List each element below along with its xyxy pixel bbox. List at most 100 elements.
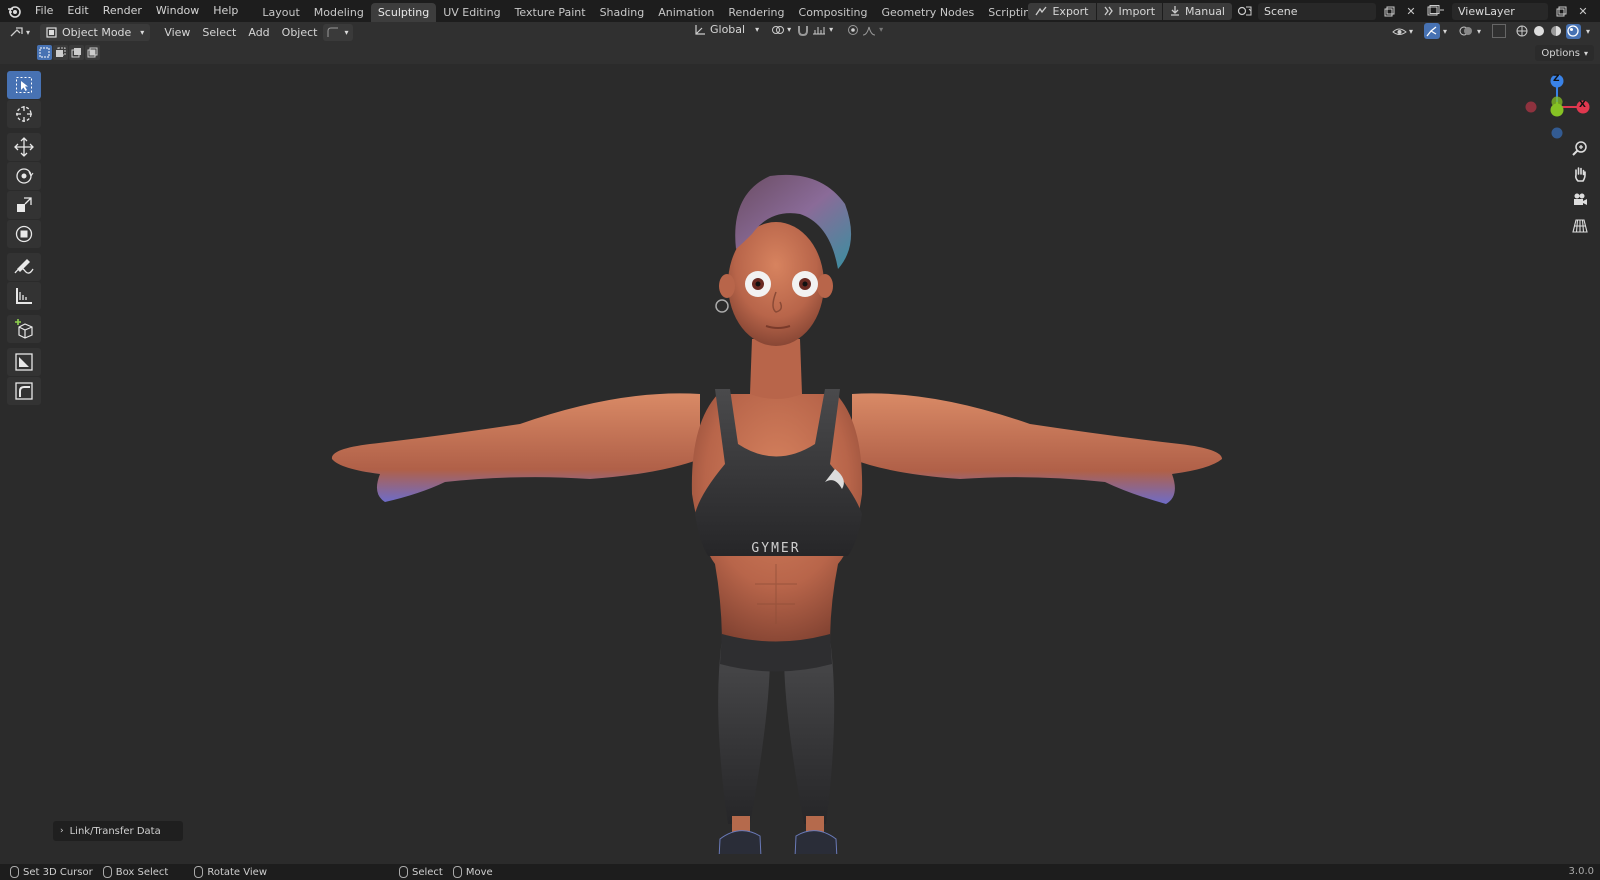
chevron-down-icon: ▾ (25, 27, 30, 37)
select-intersect-icon (87, 47, 98, 58)
tool-move[interactable] (7, 133, 41, 161)
left-shoe (718, 830, 762, 854)
navigation-gizmo[interactable]: Z X (1522, 70, 1592, 140)
right-arm (852, 393, 1222, 504)
tool-rotate[interactable] (7, 162, 41, 190)
select-new-button[interactable] (37, 45, 52, 60)
tool-select-box[interactable] (7, 71, 41, 99)
menu-help[interactable]: Help (206, 0, 245, 22)
redo-panel-label: Link/Transfer Data (69, 825, 161, 837)
transform-orientation-dropdown[interactable]: Global ▾ (694, 23, 759, 36)
pivot-point-dropdown[interactable]: ▾ (771, 24, 791, 36)
3d-viewport[interactable]: Z X GYMER › Link/Transfer Data (0, 64, 1600, 864)
chevron-down-icon[interactable]: ▾ (1477, 27, 1481, 36)
scene-icon[interactable] (1236, 3, 1254, 20)
left-mouse-drag-icon (102, 866, 112, 878)
gizmo-z-label: Z (1553, 74, 1560, 84)
tool-transform[interactable] (7, 220, 41, 248)
object-gizmo-dropdown[interactable]: ▾ (323, 23, 353, 41)
menu-window[interactable]: Window (149, 0, 206, 22)
import-button[interactable]: Import (1096, 2, 1163, 20)
chevron-down-icon[interactable]: ▾ (1586, 27, 1590, 36)
tool-bevel[interactable] (7, 377, 41, 405)
tab-rendering[interactable]: Rendering (721, 3, 791, 22)
menu-render[interactable]: Render (96, 0, 149, 22)
chevron-right-icon: › (60, 826, 64, 836)
gizmo-toggle[interactable] (1423, 23, 1440, 39)
wireframe-shading-button[interactable] (1515, 24, 1530, 39)
options-dropdown[interactable]: Options ▾ (1535, 45, 1594, 61)
select-cursor-icon (16, 77, 32, 93)
delete-scene-icon[interactable]: ✕ (1402, 3, 1420, 20)
tab-geometry-nodes[interactable]: Geometry Nodes (874, 3, 981, 22)
snapping-controls[interactable]: ▾ (797, 24, 833, 36)
chevron-down-icon[interactable]: ▾ (1443, 27, 1447, 36)
rendered-shading-button[interactable] (1565, 23, 1581, 39)
chevron-down-icon: ▾ (787, 25, 792, 34)
selection-mode-buttons (37, 45, 100, 60)
new-view-layer-icon[interactable] (1552, 3, 1570, 20)
tab-animation[interactable]: Animation (651, 3, 721, 22)
tab-compositing[interactable]: Compositing (792, 3, 875, 22)
blender-logo-icon[interactable] (0, 0, 28, 22)
export-button[interactable]: Export (1028, 2, 1096, 20)
status-hint-box-select: Box Select (102, 866, 169, 878)
viewport-display-controls: ▾ ▾ ▾ ▾ (1392, 23, 1590, 39)
redo-panel-collapsed[interactable]: › Link/Transfer Data (53, 821, 183, 841)
proportional-editing[interactable]: ▾ (847, 24, 883, 36)
perspective-toggle-button[interactable] (1570, 216, 1590, 236)
character-model[interactable]: GYMER (320, 104, 1240, 854)
chevron-down-icon: ▾ (344, 27, 349, 37)
tool-shrink-fatten[interactable] (7, 348, 41, 376)
overlays-toggle[interactable] (1458, 23, 1474, 39)
falloff-icon (863, 26, 876, 35)
workspace-tabs: Layout Modeling Sculpting UV Editing Tex… (255, 0, 1069, 22)
header-menu-object[interactable]: Object (276, 26, 324, 39)
shrink-icon (15, 353, 33, 371)
status-hint-label: Box Select (115, 866, 169, 878)
camera-view-button[interactable] (1570, 190, 1590, 210)
status-hint-label: Select (412, 866, 443, 878)
xray-toggle[interactable] (1491, 24, 1506, 38)
header-menu-view[interactable]: View (158, 26, 196, 39)
tab-modeling[interactable]: Modeling (307, 3, 371, 22)
manual-button[interactable]: Manual (1163, 2, 1232, 20)
status-hint-set-cursor: Set 3D Cursor (10, 866, 93, 878)
visibility-dropdown[interactable]: ▾ (1392, 26, 1413, 37)
pivot-icon (772, 25, 785, 34)
tab-texture-paint[interactable]: Texture Paint (508, 3, 593, 22)
tool-annotate[interactable] (7, 253, 41, 281)
view-layer-field[interactable]: ViewLayer (1452, 2, 1548, 20)
solid-shading-button[interactable] (1532, 24, 1547, 39)
view-layer-icon[interactable] (1424, 3, 1448, 20)
tab-layout[interactable]: Layout (255, 3, 306, 22)
scene-field[interactable]: Scene (1258, 2, 1376, 20)
tab-shading[interactable]: Shading (593, 3, 652, 22)
object-mode-icon (46, 26, 57, 38)
material-shading-button[interactable] (1549, 24, 1564, 39)
menu-file[interactable]: File (28, 0, 60, 22)
header-menu-select[interactable]: Select (196, 26, 242, 39)
status-hint-select: Select (399, 866, 443, 878)
view-layer-value: ViewLayer (1458, 4, 1515, 18)
tab-sculpting[interactable]: Sculpting (370, 3, 437, 22)
grid-perspective-icon (1572, 219, 1588, 233)
menu-edit[interactable]: Edit (60, 0, 95, 22)
header-menu-add[interactable]: Add (242, 26, 275, 39)
tool-measure[interactable] (7, 282, 41, 310)
select-extend-button[interactable] (53, 45, 68, 60)
right-shoe (794, 830, 838, 854)
tool-add-cube[interactable] (7, 315, 41, 343)
delete-view-layer-icon[interactable]: ✕ (1574, 3, 1592, 20)
editor-type-selector[interactable]: ▾ (0, 26, 40, 38)
select-subtract-button[interactable] (69, 45, 84, 60)
pan-button[interactable] (1570, 164, 1590, 184)
shading-modes (1515, 23, 1581, 39)
select-intersect-button[interactable] (85, 45, 100, 60)
tool-scale[interactable] (7, 191, 41, 219)
mode-dropdown[interactable]: Object Mode ▾ (40, 23, 151, 41)
tab-uv-editing[interactable]: UV Editing (436, 3, 507, 22)
new-scene-icon[interactable] (1380, 3, 1398, 20)
zoom-button[interactable] (1570, 138, 1590, 158)
tool-cursor[interactable] (7, 100, 41, 128)
